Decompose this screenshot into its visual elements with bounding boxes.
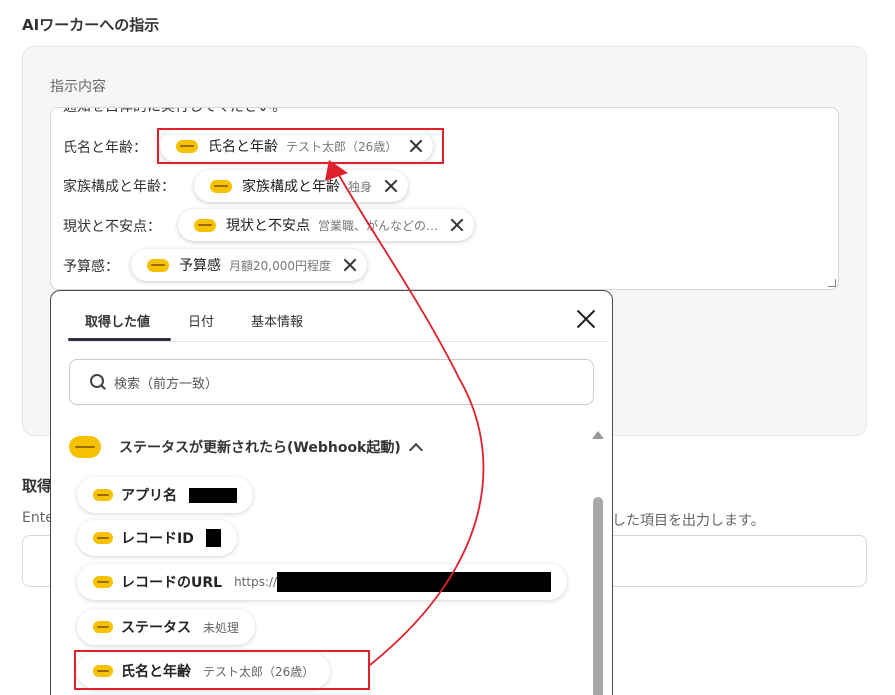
chip-value: 営業職、がんなどの… bbox=[318, 218, 439, 233]
item-name: レコードID bbox=[121, 531, 194, 547]
kintone-logo-icon bbox=[194, 218, 216, 232]
search-input[interactable]: 検索（前方一致） bbox=[69, 359, 594, 405]
resize-grip-icon[interactable] bbox=[828, 279, 836, 287]
close-icon[interactable] bbox=[576, 309, 596, 329]
kintone-logo-icon bbox=[147, 258, 169, 272]
row-label-status-concerns: 現状と不安点： bbox=[63, 219, 161, 235]
kintone-logo-icon bbox=[93, 576, 113, 588]
chip-value: 独身 bbox=[348, 179, 373, 194]
variable-chip-budget[interactable]: 予算感 月額20,000円程度 bbox=[131, 249, 367, 281]
chip-name: 予算感 bbox=[179, 258, 221, 274]
chip-value: 月額20,000円程度 bbox=[229, 258, 331, 273]
item-name: アプリ名 bbox=[121, 488, 177, 504]
row-label-family-age: 家族構成と年齢： bbox=[63, 179, 175, 195]
row-label-name-age: 氏名と年齢： bbox=[63, 140, 147, 156]
close-icon[interactable] bbox=[450, 218, 464, 232]
kintone-logo-icon bbox=[93, 532, 113, 544]
scrollbar[interactable] bbox=[591, 431, 605, 695]
output-section-title: 取得 bbox=[22, 477, 53, 495]
item-value: https:// bbox=[234, 575, 278, 589]
kintone-logo-icon bbox=[93, 489, 113, 501]
search-icon bbox=[90, 374, 106, 390]
close-icon[interactable] bbox=[343, 258, 357, 272]
highlight-box-top bbox=[157, 128, 444, 164]
chip-name: 現状と不安点 bbox=[226, 218, 310, 234]
group-title: ステータスが更新されたら(Webhook起動) bbox=[119, 440, 401, 456]
tab-basic-info[interactable]: 基本情報 bbox=[251, 311, 303, 330]
scrollbar-thumb[interactable] bbox=[593, 497, 603, 695]
highlight-box-bottom bbox=[74, 650, 370, 690]
tab-date[interactable]: 日付 bbox=[188, 311, 214, 330]
item-chip-record-url[interactable]: レコードのURL https:// bbox=[77, 564, 568, 600]
value-picker-popup: 取得した値 日付 基本情報 検索（前方一致） ステータスが更新されたら(Webh… bbox=[50, 290, 613, 695]
scroll-up-arrow-icon[interactable] bbox=[592, 431, 604, 439]
item-chip-app-name[interactable]: アプリ名 bbox=[77, 477, 253, 513]
kintone-logo-icon bbox=[210, 179, 232, 193]
variable-chip-status-concerns[interactable]: 現状と不安点 営業職、がんなどの… bbox=[178, 209, 475, 241]
row-label-budget: 予算感： bbox=[63, 259, 119, 275]
item-name: レコードのURL bbox=[121, 575, 223, 591]
instruction-field-label: 指示内容 bbox=[50, 79, 106, 95]
item-chip-record-id[interactable]: レコードID bbox=[77, 520, 237, 556]
search-placeholder: 検索（前方一致） bbox=[114, 376, 219, 392]
popup-tabs: 取得した値 日付 基本情報 bbox=[51, 291, 612, 343]
variable-chip-family-age[interactable]: 家族構成と年齢 独身 bbox=[194, 170, 409, 202]
tab-acquired-values[interactable]: 取得した値 bbox=[85, 311, 150, 330]
kintone-logo-icon bbox=[93, 621, 113, 633]
redacted-value bbox=[205, 529, 221, 547]
tabs-divider bbox=[68, 341, 608, 342]
chevron-up-icon bbox=[408, 442, 423, 457]
redacted-value bbox=[189, 487, 237, 503]
item-name: ステータス bbox=[121, 620, 191, 636]
kintone-logo-icon bbox=[69, 436, 101, 458]
output-description-right: した項目を出力します。 bbox=[612, 513, 765, 529]
section-title: AIワーカーへの指示 bbox=[22, 16, 160, 34]
item-value: 未処理 bbox=[203, 620, 240, 635]
chip-name: 家族構成と年齢 bbox=[242, 179, 340, 195]
group-header-status-updated[interactable]: ステータスが更新されたら(Webhook起動) bbox=[69, 436, 423, 458]
close-icon[interactable] bbox=[384, 179, 398, 193]
redacted-value bbox=[277, 572, 552, 592]
partial-text-line: 通知を目体的に実行してください。 bbox=[63, 107, 287, 115]
item-chip-status[interactable]: ステータス 未処理 bbox=[77, 609, 256, 645]
